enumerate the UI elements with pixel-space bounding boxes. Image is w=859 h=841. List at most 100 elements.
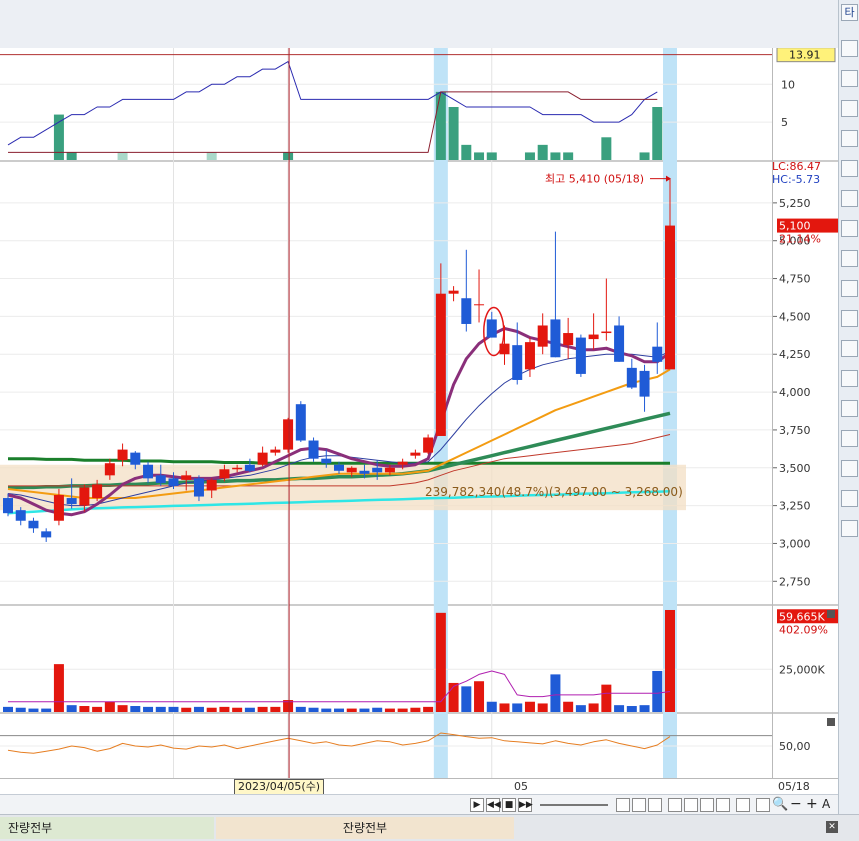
tool-button-top[interactable]: 타 (841, 4, 858, 21)
zoom-in-icon[interactable]: + (806, 796, 818, 812)
range-annotation: 239,782,340(48.7%)(3,497.00 ~ 3,268.00) (425, 485, 683, 499)
candle-body (193, 478, 204, 497)
candle-body (537, 325, 548, 347)
tool-icon-c[interactable] (648, 798, 662, 812)
tool-icon-e[interactable] (684, 798, 698, 812)
stop-icon[interactable]: ■ (502, 798, 516, 812)
volume-bar (244, 707, 255, 712)
volume-bar (652, 670, 663, 712)
candle-body (257, 452, 268, 465)
lc-label: LC:86.47 (773, 160, 821, 173)
volume-bar (143, 706, 154, 712)
volume-bar (219, 706, 230, 712)
auto-scale-icon[interactable]: A (822, 797, 830, 811)
volume-tick-0: 25,000K (779, 663, 825, 676)
tool-button-17[interactable] (841, 490, 858, 507)
tool-icon-g[interactable] (716, 798, 730, 812)
volume-bar (3, 706, 13, 712)
volume-bar (537, 703, 548, 712)
volume-bar (104, 701, 115, 712)
indicator-bar (435, 91, 446, 160)
tool-button-2[interactable] (841, 40, 858, 57)
volume-bar (550, 674, 561, 712)
text-tool-icon[interactable] (841, 370, 858, 387)
volume-bar (193, 706, 204, 712)
scroll-slider-track[interactable] (540, 804, 608, 806)
tool-icon-f[interactable] (700, 798, 714, 812)
volume-bar (168, 706, 179, 712)
price-tick-4250: 4,250 (779, 348, 811, 361)
candle-body (219, 469, 230, 479)
indicator-bar (448, 107, 459, 160)
candle-body (321, 458, 332, 464)
tab-remaining-all-1[interactable]: 잔량전부 (0, 817, 214, 839)
candle-body (614, 325, 625, 362)
tool-button-5[interactable] (841, 130, 858, 147)
candle-body (232, 467, 243, 470)
volume-bar (41, 708, 52, 712)
tab-remaining-all-2[interactable]: 잔량전부 (216, 817, 514, 839)
fast-forward-icon[interactable]: ▶▶ (518, 798, 533, 812)
current-change-label: 21.14% (779, 233, 821, 246)
chart-plot-area[interactable]: 최고 5,410 (05/18) 239,782,340(48.7%)(3,497… (0, 48, 772, 778)
current-price-label: 5,100 (779, 220, 811, 233)
volume-bar (92, 706, 103, 712)
rewind-icon[interactable]: ◀◀ (486, 798, 501, 812)
price-tick-5250: 5,250 (779, 197, 811, 210)
play-icon[interactable]: ▶ (470, 798, 484, 812)
tool-icon-i[interactable] (756, 798, 770, 812)
tool-button-14[interactable] (841, 400, 858, 417)
price-tick-3000: 3,000 (779, 537, 811, 550)
price-axis: 5 10 13.91 2,750 3,000 3,250 3,500 3,750 4,000 4,… (772, 48, 839, 778)
volume-bar (257, 706, 268, 712)
candle-body (372, 467, 383, 473)
volume-bar (346, 708, 357, 712)
candle-body (15, 510, 26, 521)
tool-button-9[interactable] (841, 250, 858, 267)
tool-icon-a[interactable] (616, 798, 630, 812)
tool-icon-b[interactable] (632, 798, 646, 812)
candle-body (92, 484, 103, 499)
volume-bar (15, 707, 26, 712)
candle-body (435, 293, 446, 436)
tool-button-16[interactable] (841, 460, 858, 477)
tool-button-10[interactable] (841, 280, 858, 297)
volume-bar (28, 708, 39, 712)
volume-bar (334, 708, 344, 712)
zoom-icon[interactable]: 🔍 (772, 797, 788, 812)
candle-body (563, 333, 574, 346)
candle-body (524, 342, 535, 370)
volume-bar (232, 707, 243, 712)
volume-bar (474, 681, 485, 712)
tool-button-4[interactable] (841, 100, 858, 117)
max-price-annotation: 최고 5,410 (05/18) (545, 173, 644, 186)
volume-bar (384, 708, 395, 712)
close-icon[interactable]: ✕ (826, 821, 838, 833)
current-volume-change-label: 402.09% (779, 623, 828, 636)
volume-bar (130, 706, 141, 712)
tool-button-12[interactable] (841, 340, 858, 357)
trend-tool-icon[interactable] (841, 220, 858, 237)
tool-button-15[interactable] (841, 430, 858, 447)
tool-button-11[interactable] (841, 310, 858, 327)
volume-bar (626, 706, 637, 712)
tool-button-3[interactable] (841, 70, 858, 87)
tool-icon-d[interactable] (668, 798, 682, 812)
volume-bar (486, 701, 497, 712)
volume-bar (524, 701, 535, 712)
line-tool-icon[interactable] (841, 190, 858, 207)
candle-body (206, 479, 217, 491)
candle-body (601, 331, 612, 334)
candle-body (626, 367, 637, 388)
volume-ma-line (8, 670, 671, 703)
cursor-tool-icon[interactable] (841, 160, 858, 177)
tool-button-18[interactable] (841, 520, 858, 537)
tool-icon-h[interactable] (736, 798, 750, 812)
indicator-bar (283, 152, 294, 160)
zoom-out-icon[interactable]: − (790, 796, 802, 812)
chart-svg[interactable]: 최고 5,410 (05/18) 239,782,340(48.7%)(3,497… (0, 48, 772, 778)
candle-body (575, 337, 586, 374)
right-toolbar: 타 (838, 0, 859, 840)
indicator-tick-5: 5 (781, 116, 788, 129)
candle-body (3, 498, 13, 514)
